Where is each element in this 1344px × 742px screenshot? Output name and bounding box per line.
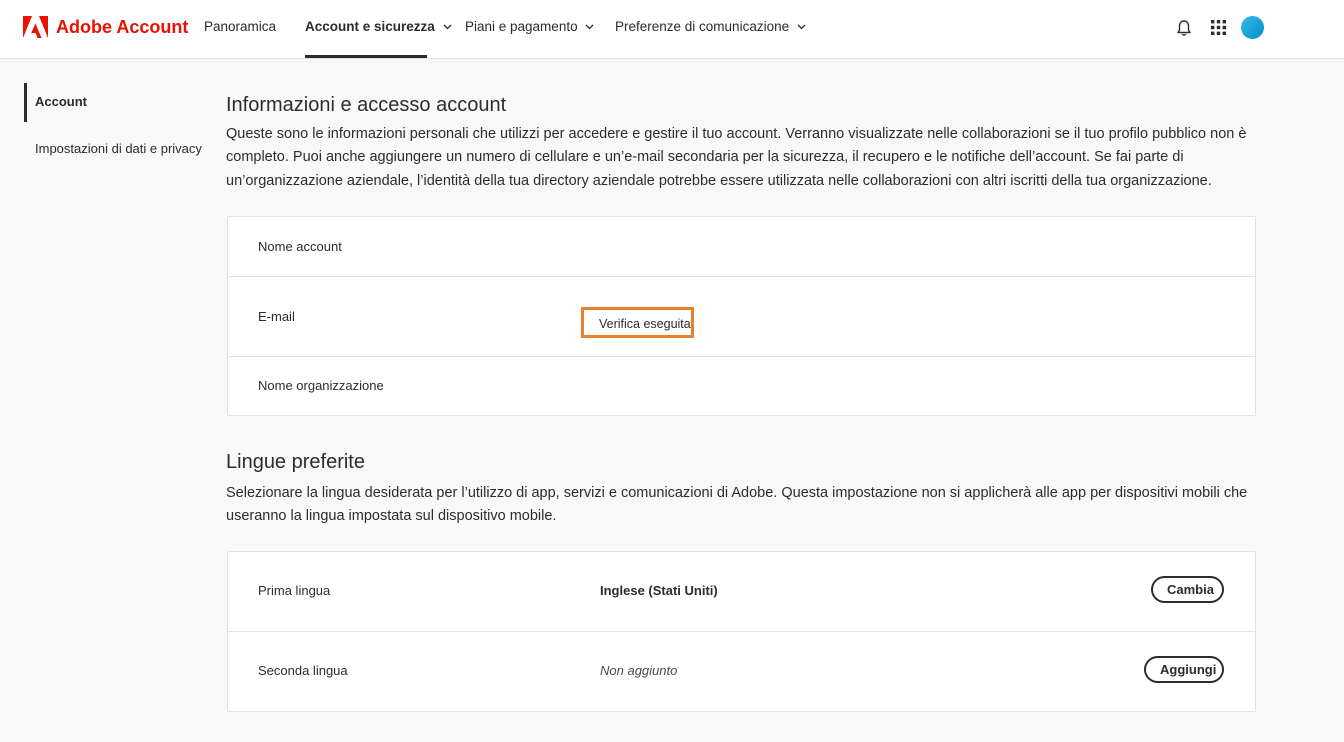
- account-info-title: Informazioni e accesso account: [226, 94, 507, 116]
- sidebar-item-account[interactable]: Account: [35, 93, 87, 111]
- top-navigation-bar: Adobe Account Panoramica Account e sicur…: [0, 0, 1344, 59]
- row-label: Nome account: [258, 239, 342, 254]
- chevron-down-icon: [797, 24, 806, 30]
- chevron-down-icon: [585, 24, 594, 30]
- sidebar-active-indicator: [24, 83, 27, 122]
- verified-badge: Verifica eseguita: [581, 307, 694, 338]
- nav-label: Piani e pagamento: [465, 19, 578, 34]
- row-organization-name: Nome organizzazione: [228, 356, 1255, 416]
- account-info-card: Nome account E-mail Verifica eseguita No…: [227, 216, 1256, 416]
- account-info-description: Queste sono le informazioni personali ch…: [226, 126, 1247, 189]
- active-tab-indicator: [305, 55, 427, 58]
- row-label: E-mail: [258, 309, 295, 324]
- row-email: E-mail Verifica eseguita: [228, 276, 1255, 356]
- nav-plans-payment[interactable]: Piani e pagamento: [465, 18, 594, 36]
- row-first-language: Prima lingua Inglese (Stati Uniti) Cambi…: [228, 552, 1255, 631]
- brand-title[interactable]: Adobe Account: [56, 16, 188, 38]
- nav-communication-preferences[interactable]: Preferenze di comunicazione: [615, 18, 806, 36]
- row-label: Nome organizzazione: [258, 378, 384, 393]
- avatar[interactable]: [1241, 16, 1264, 39]
- second-language-value: Non aggiunto: [600, 663, 678, 678]
- apps-grid-icon[interactable]: [1210, 19, 1227, 36]
- nav-label: Account e sicurezza: [305, 19, 435, 34]
- change-language-button[interactable]: Cambia: [1151, 576, 1224, 603]
- first-language-value: Inglese (Stati Uniti): [600, 583, 718, 598]
- nav-panoramica[interactable]: Panoramica: [204, 18, 276, 36]
- row-label: Seconda lingua: [258, 663, 348, 678]
- row-account-name: Nome account: [228, 217, 1255, 276]
- verified-badge-text: Verifica eseguita: [599, 317, 691, 331]
- row-label: Prima lingua: [258, 583, 331, 598]
- sidebar-item-data-privacy[interactable]: Impostazioni di dati e privacy: [35, 140, 202, 158]
- nav-label: Panoramica: [204, 19, 277, 34]
- languages-card: Prima lingua Inglese (Stati Uniti) Cambi…: [227, 551, 1256, 712]
- chevron-down-icon: [443, 24, 452, 30]
- nav-label: Preferenze di comunicazione: [615, 19, 790, 34]
- nav-account-security[interactable]: Account e sicurezza: [305, 18, 452, 36]
- bell-icon[interactable]: [1176, 19, 1192, 37]
- languages-description: Selezionare la lingua desiderata per l’u…: [226, 485, 1248, 525]
- row-second-language: Seconda lingua Non aggiunto Aggiungi: [228, 631, 1255, 712]
- adobe-logo-icon[interactable]: [23, 16, 48, 38]
- add-language-button[interactable]: Aggiungi: [1144, 656, 1224, 683]
- languages-title: Lingue preferite: [226, 451, 365, 473]
